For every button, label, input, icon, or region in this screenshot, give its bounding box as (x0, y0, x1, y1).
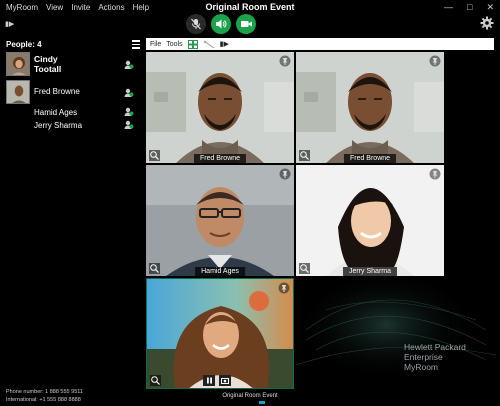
minimize-button[interactable]: — (444, 2, 453, 13)
person-hamid-ages[interactable]: Hamid Ages (6, 108, 77, 118)
scroll-indicator[interactable] (259, 401, 265, 404)
zoom-icon[interactable] (149, 263, 160, 274)
camera-icon (221, 378, 229, 384)
people-count: People: 4 (6, 40, 42, 49)
people-sidebar: People: 4 Cindy Tootall Fred Browne Hami… (0, 36, 142, 403)
maximize-button[interactable]: □ (467, 2, 472, 13)
participant-video (296, 52, 444, 163)
person-status-icon (124, 88, 134, 97)
person-fred-browne[interactable]: Fred Browne (6, 80, 80, 104)
video-grid: Fred Browne Fred Browne Hamid Ages Jerry… (146, 52, 444, 389)
participant-name-label: Fred Browne (193, 154, 247, 163)
zoom-icon[interactable] (299, 150, 310, 161)
video-camera-icon (240, 21, 252, 27)
speaker-button[interactable] (211, 14, 231, 34)
pin-icon[interactable] (278, 282, 290, 294)
zoom-icon[interactable] (149, 150, 160, 161)
participant-video (296, 165, 444, 276)
person-name: Hamid Ages (34, 108, 78, 117)
video-tile-fred-browne-2[interactable]: Fred Browne (296, 52, 444, 163)
window-controls: — □ ✕ (444, 2, 494, 13)
play-stream-icon[interactable]: ▮▶ (220, 40, 229, 48)
participant-name-label: Jerry Sharma (342, 267, 398, 276)
pin-icon[interactable] (429, 55, 441, 67)
self-view-controls (203, 375, 231, 386)
pin-icon[interactable] (429, 168, 441, 180)
pause-icon (206, 377, 212, 384)
brand-logo: Hewlett Packard Enterprise MyRoom (404, 342, 466, 372)
zoom-icon[interactable] (299, 263, 310, 274)
person-cindy-tootall[interactable]: Cindy Tootall (6, 52, 61, 76)
pin-icon[interactable] (279, 55, 291, 67)
settings-gear-icon[interactable] (480, 16, 494, 30)
person-name: Jerry Sharma (34, 121, 83, 130)
snapshot-button[interactable] (219, 375, 231, 386)
avatar (6, 52, 30, 76)
participant-name-label: Fred Browne (343, 154, 397, 163)
room-name-footer: Original Room Event (222, 393, 278, 399)
toolbar-file-menu[interactable]: File (150, 41, 161, 48)
camera-button[interactable] (236, 14, 256, 34)
participant-name-label: Hamid Ages (195, 267, 245, 276)
video-tile-hamid-ages[interactable]: Hamid Ages (146, 165, 294, 276)
mute-microphone-button[interactable] (186, 14, 206, 34)
participant-video (146, 165, 294, 276)
window-title: Original Room Event (205, 2, 295, 12)
self-view-tile[interactable] (146, 278, 294, 389)
person-status-icon (124, 107, 134, 116)
close-button[interactable]: ✕ (486, 2, 494, 13)
speaker-icon (216, 19, 227, 29)
video-tile-fred-browne[interactable]: Fred Browne (146, 52, 294, 163)
pin-icon[interactable] (279, 168, 291, 180)
self-video (147, 279, 293, 388)
pause-video-button[interactable] (203, 375, 215, 386)
person-status-icon (124, 60, 134, 69)
call-controls (186, 14, 256, 34)
layout-grid-icon[interactable] (187, 39, 198, 49)
video-toolbar: File Tools ▮▶ (146, 38, 494, 50)
draw-tool-icon[interactable] (203, 40, 215, 49)
avatar (6, 80, 30, 104)
zoom-icon[interactable] (150, 375, 161, 386)
participant-video (146, 52, 294, 163)
toolbar-tools-menu[interactable]: Tools (166, 41, 182, 48)
person-name: Cindy Tootall (34, 54, 62, 74)
person-name: Fred Browne (34, 87, 80, 96)
microphone-muted-icon (191, 18, 201, 30)
people-menu-icon[interactable] (132, 40, 140, 49)
person-status-icon (124, 120, 134, 129)
person-jerry-sharma[interactable]: Jerry Sharma (6, 121, 82, 131)
collapse-sidebar-icon[interactable]: ▮▶ (5, 20, 14, 28)
video-tile-jerry-sharma[interactable]: Jerry Sharma (296, 165, 444, 276)
